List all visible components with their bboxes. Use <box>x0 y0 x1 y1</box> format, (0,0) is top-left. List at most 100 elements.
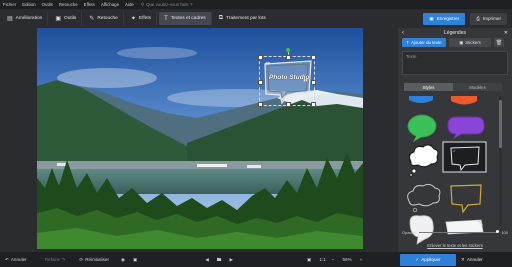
caption-text-field[interactable]: Texte <box>402 51 508 75</box>
undo-label: Annuler <box>10 257 27 262</box>
opacity-track[interactable] <box>418 230 500 233</box>
bubble-style-thought-outline[interactable] <box>407 183 441 213</box>
svg-text:“: “ <box>453 149 456 156</box>
redo-button[interactable]: Refaire ↷ <box>45 257 66 263</box>
folder-icon[interactable]: 🖿 <box>217 256 222 264</box>
wand-icon: ✦ <box>130 16 136 22</box>
eye-icon[interactable]: ◉ <box>121 257 125 263</box>
search-input[interactable] <box>146 1 197 8</box>
tool-label: Effets <box>138 16 152 21</box>
undo-icon: ↶ <box>5 256 9 262</box>
bubble-style-gold-outline[interactable] <box>450 184 482 214</box>
text-field-label: Texte <box>406 54 417 59</box>
cancel-button[interactable]: ✕ Annuler <box>461 257 483 263</box>
crop-icon: ▣ <box>55 16 62 22</box>
redo-icon: ↷ <box>61 256 66 262</box>
close-icon: ✕ <box>461 256 465 262</box>
opacity-knob[interactable] <box>496 230 500 233</box>
top-actions: ▣ Enregistrer ⎙ Imprimer <box>398 9 512 28</box>
enhance-icon: ▤ <box>7 16 13 22</box>
opacity-label: Opacité <box>402 229 416 235</box>
reset-button[interactable]: ⟳ Réinitialiser <box>79 257 109 263</box>
clear-text-stickers-link[interactable]: Enlever le texte et les stickers <box>398 243 512 248</box>
bubble-style-blue[interactable] <box>409 96 433 103</box>
save-label: Enregistrer <box>436 16 460 21</box>
tab-label: Ajouter du texte <box>410 40 442 45</box>
menu-effects[interactable]: Effets <box>81 2 98 7</box>
rotate-handle[interactable] <box>286 48 290 52</box>
zoom-in-icon[interactable]: + <box>360 257 363 262</box>
zoom-level: 56% <box>342 257 352 262</box>
tool-label: Retouche <box>97 16 118 21</box>
redo-label: Refaire <box>44 257 60 262</box>
quote-open-icon: “ <box>265 62 271 72</box>
segment-templates[interactable]: Modèles <box>453 83 502 91</box>
tool-text-frames-button[interactable]: T Textes et cadres <box>159 12 212 25</box>
reset-label: Réinitialiser <box>85 257 109 262</box>
brush-icon: ✎ <box>89 16 95 22</box>
caption-text[interactable]: Photo Studio <box>269 74 309 81</box>
panel-footer: ✓ Appliquer ✕ Annuler <box>398 252 512 267</box>
panel-tabs: T Ajouter du texte ▣ Stickers 🗑 <box>398 38 512 47</box>
menu-bar: Fichier Edition Outils Retouche Effets A… <box>0 0 512 9</box>
tool-label: Amélioration <box>15 16 43 21</box>
style-template-toggle: Styles Modèles <box>404 83 508 91</box>
undo-button[interactable]: ↶ Annuler <box>5 257 27 263</box>
canvas-workspace[interactable]: “ ” Photo Studio <box>0 28 398 252</box>
tool-label: Textes et cadres <box>170 16 206 21</box>
cancel-label: Annuler <box>466 257 483 262</box>
tab-add-text[interactable]: T Ajouter du texte <box>402 38 446 47</box>
tool-label: Traitement par lots <box>225 16 266 21</box>
menu-tools[interactable]: Outils <box>39 2 56 7</box>
close-icon[interactable]: ✕ <box>504 30 508 36</box>
apply-label: Appliquer <box>421 257 441 262</box>
tool-retouch-button[interactable]: ✎ Retouche <box>84 12 124 25</box>
menu-file[interactable]: Fichier <box>0 2 19 7</box>
tool-effects-button[interactable]: ✦ Effets <box>126 12 158 25</box>
trash-icon: 🗑 <box>495 39 503 46</box>
bubble-style-dark-selected[interactable]: “ <box>442 141 487 173</box>
fit-screen-icon[interactable]: ▣ <box>307 257 311 263</box>
zoom-ratio[interactable]: 1:1 <box>319 257 325 262</box>
bubble-style-orange[interactable] <box>451 96 477 105</box>
chevron-left-icon[interactable]: ‹ <box>402 30 404 36</box>
bubble-style-grid: “ <box>407 96 487 245</box>
next-arrow-icon[interactable]: ▶ <box>230 257 234 263</box>
bubble-style-cloud[interactable] <box>409 144 439 177</box>
reset-icon: ⟳ <box>79 256 84 262</box>
menu-edit[interactable]: Edition <box>19 2 38 7</box>
caption-bubble-selection[interactable]: “ ” Photo Studio <box>258 48 316 107</box>
opacity-slider[interactable]: Opacité 100 <box>402 228 508 236</box>
menu-help[interactable]: Aide <box>122 2 137 7</box>
photo-canvas[interactable]: “ ” Photo Studio <box>37 28 363 249</box>
apply-button[interactable]: ✓ Appliquer <box>400 253 456 266</box>
menu-retouch[interactable]: Retouche <box>56 2 81 7</box>
text-icon: T <box>406 40 409 45</box>
tool-tools-button[interactable]: ▣ Outils <box>50 12 83 25</box>
check-icon: ✓ <box>415 256 420 262</box>
opacity-value: 100 <box>501 229 508 235</box>
tab-stickers[interactable]: ▣ Stickers <box>449 38 491 47</box>
menu-view[interactable]: Affichage <box>98 2 122 7</box>
tool-enhance-button[interactable]: ▤ Amélioration <box>2 12 49 25</box>
zoom-out-icon[interactable]: − <box>332 257 335 262</box>
main-toolbar: ▤ Amélioration ▣ Outils ✎ Retouche ✦ Eff… <box>0 9 398 28</box>
tool-batch-button[interactable]: ⧉ Traitement par lots <box>214 12 271 25</box>
previous-arrow-icon[interactable]: ◀ <box>205 257 209 263</box>
segment-styles[interactable]: Styles <box>404 83 453 91</box>
sticker-icon: ▣ <box>459 39 464 45</box>
panel-scrollbar[interactable] <box>499 96 502 226</box>
panel-title: Légendes <box>444 29 466 36</box>
delete-button[interactable]: 🗑 <box>494 38 504 47</box>
scrollbar-thumb[interactable] <box>499 100 502 148</box>
printer-icon: ⎙ <box>476 16 480 21</box>
print-button[interactable]: ⎙ Imprimer <box>470 12 507 25</box>
save-button[interactable]: ▣ Enregistrer <box>423 12 466 25</box>
print-label: Imprimer <box>482 16 501 21</box>
bubble-style-green[interactable] <box>407 114 437 142</box>
captions-panel: ‹ Légendes ✕ T Ajouter du texte ▣ Sticke… <box>398 28 512 252</box>
bubble-style-purple[interactable] <box>447 116 485 139</box>
image-compare-icon[interactable]: ▣ <box>133 257 137 263</box>
tab-label: Stickers <box>465 40 481 45</box>
panel-header: ‹ Légendes ✕ <box>398 28 512 37</box>
